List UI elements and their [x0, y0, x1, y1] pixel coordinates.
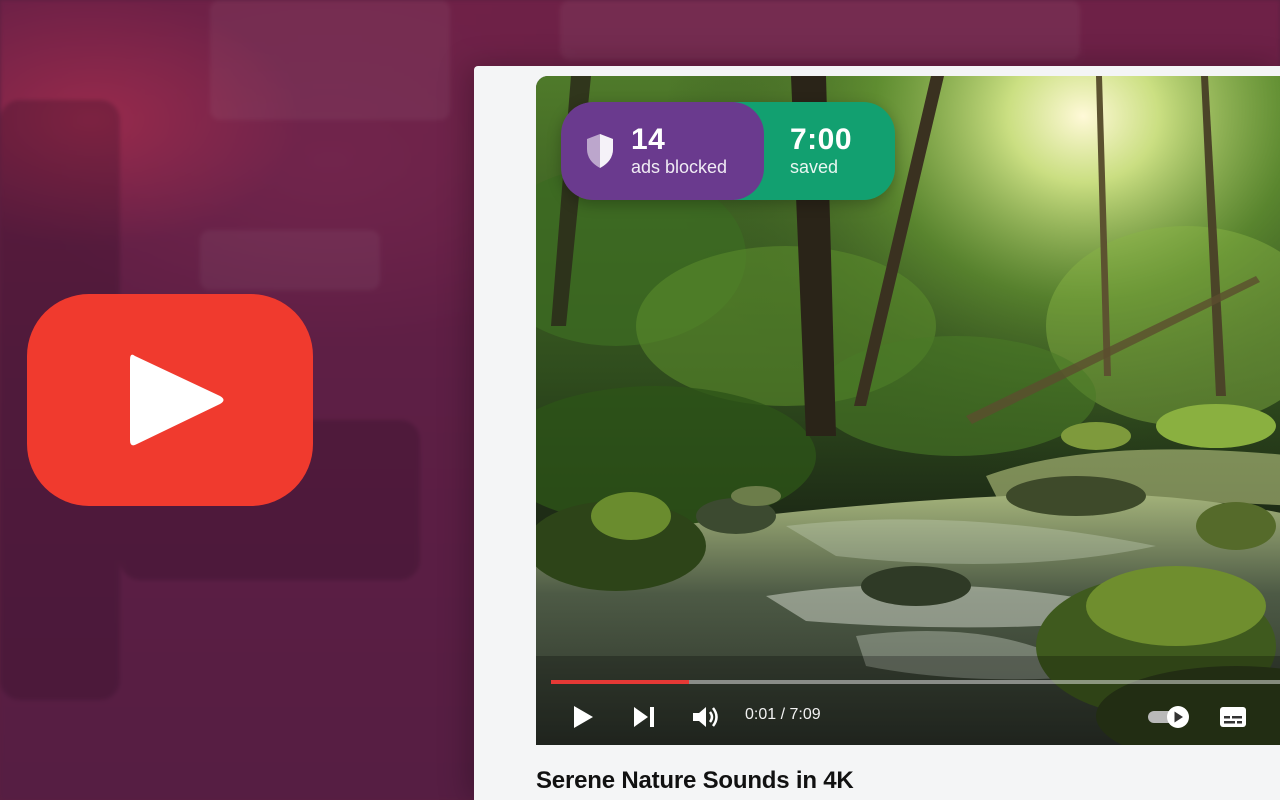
player-controls: 0:01 / 7:09: [536, 694, 1280, 738]
background-blur-block: [200, 230, 380, 290]
skip-next-icon: [634, 707, 654, 727]
time-saved-value: 7:00: [790, 123, 853, 156]
play-icon: [574, 706, 593, 728]
ads-blocked-label: ads blocked: [631, 157, 728, 177]
ad-blocker-stats-badge: 14 ads blocked 7:00 saved: [561, 102, 895, 200]
time-display: 0:01 / 7:09: [745, 706, 821, 723]
video-title: Serene Nature Sounds in 4K: [536, 767, 854, 794]
background-blur-block: [210, 0, 450, 120]
next-button[interactable]: [631, 704, 657, 730]
browser-window: 14 ads blocked 7:00 saved 0:01 / 7:09 Se…: [474, 66, 1280, 800]
ads-blocked-text: 14 ads blocked: [631, 124, 727, 178]
volume-button[interactable]: [691, 704, 721, 730]
ads-blocked-count: 14: [631, 123, 666, 156]
shield-icon: [587, 134, 613, 168]
progress-bar-played: [551, 680, 689, 684]
volume-icon: [693, 707, 718, 727]
captions-button[interactable]: [1218, 704, 1248, 730]
captions-icon: [1220, 707, 1246, 727]
autoplay-toggle[interactable]: [1146, 704, 1192, 730]
play-button[interactable]: [570, 704, 596, 730]
youtube-logo-icon: [27, 294, 313, 506]
background-blur-block: [560, 0, 1080, 60]
autoplay-toggle-icon: [1148, 706, 1189, 728]
time-saved-label: saved: [790, 157, 839, 177]
ads-blocked-panel: 14 ads blocked: [561, 102, 764, 200]
progress-bar[interactable]: [551, 680, 1280, 684]
video-player[interactable]: 14 ads blocked 7:00 saved 0:01 / 7:09: [536, 76, 1280, 745]
